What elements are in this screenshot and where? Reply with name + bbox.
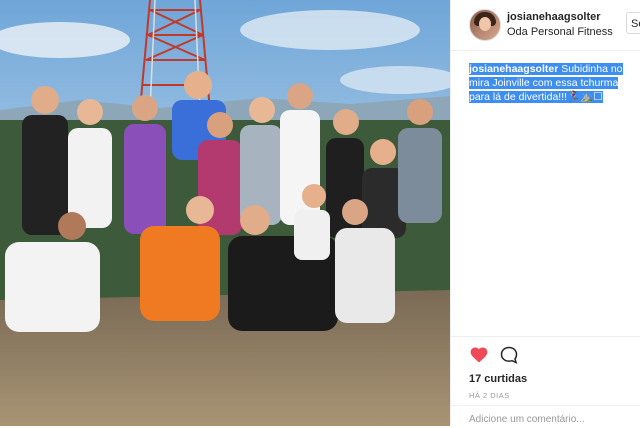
post-actions: 17 curtidas HÁ 2 DIAS Adicione um coment… bbox=[451, 336, 640, 427]
avatar-face bbox=[479, 17, 491, 31]
follow-button[interactable]: Se bbox=[626, 12, 640, 34]
location-link[interactable]: Oda Personal Fitness bbox=[507, 26, 613, 38]
comment-icon[interactable] bbox=[499, 345, 519, 365]
caption-username-link[interactable]: josianehaagsolter bbox=[469, 63, 559, 75]
post-sidebar: josianehaagsolter Oda Personal Fitness S… bbox=[450, 0, 640, 426]
add-comment-bar: Adicione um comentário... bbox=[451, 405, 640, 428]
caption: josianehaagsolter Subidinha no mira Join… bbox=[469, 62, 640, 104]
avatar[interactable] bbox=[469, 9, 501, 41]
heart-icon[interactable] bbox=[469, 345, 489, 365]
post-photo[interactable] bbox=[0, 0, 450, 426]
add-comment-input[interactable]: Adicione um comentário... bbox=[469, 414, 585, 425]
likes-count[interactable]: 17 curtidas bbox=[469, 373, 527, 385]
post-header: josianehaagsolter Oda Personal Fitness S… bbox=[451, 0, 640, 51]
group-photo-illustration bbox=[0, 0, 450, 426]
username-link[interactable]: josianehaagsolter bbox=[507, 11, 601, 23]
post-timestamp: HÁ 2 DIAS bbox=[469, 391, 510, 400]
